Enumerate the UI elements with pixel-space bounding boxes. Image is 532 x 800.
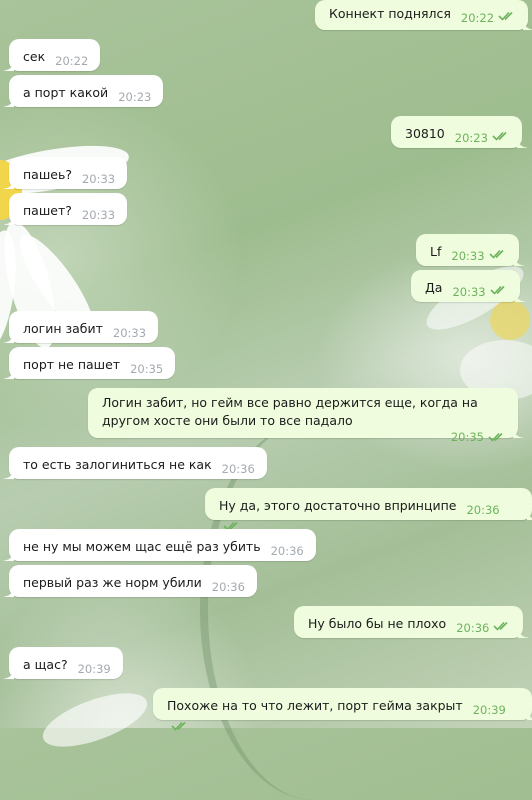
message-time: 20:35 — [450, 430, 484, 444]
double-check-icon — [171, 718, 189, 736]
message-time: 20:36 — [211, 580, 245, 594]
message-time: 20:39 — [472, 703, 506, 717]
message-list[interactable]: Коннект поднялся 20:22 сек 20:22 а порт ка… — [0, 0, 532, 731]
message-time: 20:33 — [451, 249, 485, 263]
message-text: 30810 — [405, 126, 445, 141]
message-text: Ну да, этого достаточно впринципе — [219, 498, 457, 513]
double-check-icon — [498, 8, 516, 26]
outgoing-message[interactable]: Ну да, этого достаточно впринципе 20:36 — [205, 488, 532, 531]
message-time: 20:23 — [118, 90, 152, 104]
incoming-message[interactable]: порт не пашет 20:35 — [3, 347, 176, 379]
message-text: Lf — [430, 244, 442, 259]
incoming-message[interactable]: пашеь? 20:33 — [3, 157, 128, 189]
outgoing-message[interactable]: 30810 20:23 — [391, 116, 527, 148]
message-text: Логин забит, но гейм все равно держится … — [102, 395, 478, 428]
message-text: а порт какой — [23, 85, 109, 100]
incoming-message[interactable]: а щас? 20:39 — [4, 647, 123, 679]
outgoing-message[interactable]: Коннект поднялся 20:22 — [315, 0, 532, 30]
double-check-icon — [493, 618, 511, 636]
message-text: не ну мы можем щас ещё раз убить — [23, 539, 261, 554]
message-time: 20:23 — [454, 131, 488, 145]
message-time: 20:39 — [77, 662, 111, 676]
incoming-message[interactable]: а порт какой 20:23 — [3, 75, 164, 107]
message-time: 20:33 — [81, 208, 116, 222]
message-time: 20:36 — [466, 503, 500, 517]
outgoing-message[interactable]: Логин забит, но гейм все равно держится … — [88, 388, 523, 444]
double-check-icon — [488, 246, 507, 264]
message-text: Ну было бы не плохо — [308, 616, 447, 631]
message-time: 20:35 — [130, 362, 164, 376]
message-text: логин забит — [23, 321, 103, 336]
outgoing-message[interactable]: Lf 20:33 — [416, 234, 524, 266]
outgoing-message[interactable]: Да 20:33 — [411, 270, 525, 302]
message-text: а щас? — [23, 657, 68, 672]
incoming-message[interactable]: первый раз же норм убили 20:36 — [4, 565, 257, 597]
message-time: 20:22 — [460, 11, 495, 25]
message-meta: 20:35 — [102, 428, 506, 447]
message-text: Да — [425, 280, 443, 295]
outgoing-message[interactable]: Похоже на то что лежит, порт гейма закры… — [153, 688, 532, 731]
message-time: 20:22 — [55, 54, 89, 68]
incoming-message[interactable]: сек 20:22 — [3, 39, 101, 71]
message-time: 20:36 — [221, 462, 255, 476]
incoming-message[interactable]: пашет? 20:33 — [3, 193, 128, 225]
incoming-message[interactable]: логин забит 20:33 — [3, 311, 159, 343]
message-time: 20:33 — [81, 172, 116, 186]
message-time: 20:33 — [112, 326, 147, 340]
message-time: 20:36 — [456, 621, 490, 635]
message-time: 20:36 — [270, 544, 304, 558]
message-text: сек — [23, 49, 46, 64]
double-check-icon — [490, 282, 508, 300]
double-check-icon — [488, 429, 506, 447]
message-text: первый раз же норм убили — [23, 575, 202, 590]
message-text: порт не пашет — [23, 357, 121, 372]
message-text: пашеь? — [23, 167, 72, 182]
incoming-message[interactable]: не ну мы можем щас ещё раз убить 20:36 — [4, 529, 316, 561]
double-check-icon — [492, 128, 510, 146]
message-text: Коннект поднялся — [329, 6, 451, 21]
outgoing-message[interactable]: Ну было бы не плохо 20:36 — [294, 606, 529, 638]
incoming-message[interactable]: то есть залогиниться не как 20:36 — [4, 447, 267, 479]
message-time: 20:33 — [452, 285, 486, 299]
message-text: то есть залогиниться не как — [23, 457, 212, 472]
message-text: Похоже на то что лежит, порт гейма закры… — [167, 698, 463, 713]
message-text: пашет? — [23, 203, 72, 218]
